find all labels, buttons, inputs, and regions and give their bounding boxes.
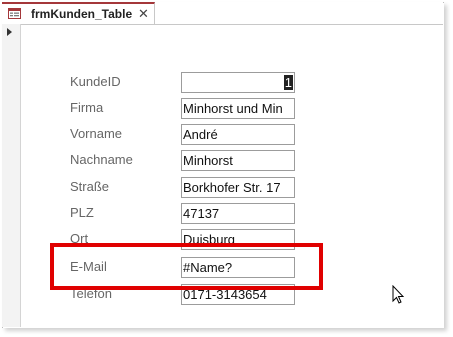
record-selector-arrow-icon (7, 28, 12, 36)
field-kundeid[interactable]: 1 (181, 72, 295, 93)
kundeid-value: 1 (283, 75, 293, 90)
email-highlight-box (50, 243, 323, 290)
form-icon (8, 8, 21, 19)
close-icon[interactable]: ✕ (138, 6, 149, 22)
field-plz[interactable]: 47137 (181, 203, 295, 224)
label-nachname: Nachname (70, 152, 133, 167)
label-vorname: Vorname (70, 126, 123, 141)
field-vorname[interactable]: André (181, 124, 295, 145)
field-nachname[interactable]: Minhorst (181, 150, 295, 171)
document-tab-bar: frmKunden_Table ✕ (2, 2, 443, 25)
label-strasse: Straße (70, 179, 110, 194)
tab-title: frmKunden_Table (31, 7, 133, 21)
label-plz: PLZ (70, 205, 94, 220)
mouse-pointer-icon (392, 285, 405, 304)
field-strasse[interactable]: Borkhofer Str. 17 (181, 177, 295, 198)
label-firma: Firma (70, 100, 104, 115)
record-selector[interactable] (2, 24, 21, 327)
field-firma[interactable]: Minhorst und Min (181, 98, 295, 119)
tab-frmkunden-table[interactable]: frmKunden_Table ✕ (2, 2, 155, 24)
label-kundeid: KundeID (70, 74, 121, 89)
